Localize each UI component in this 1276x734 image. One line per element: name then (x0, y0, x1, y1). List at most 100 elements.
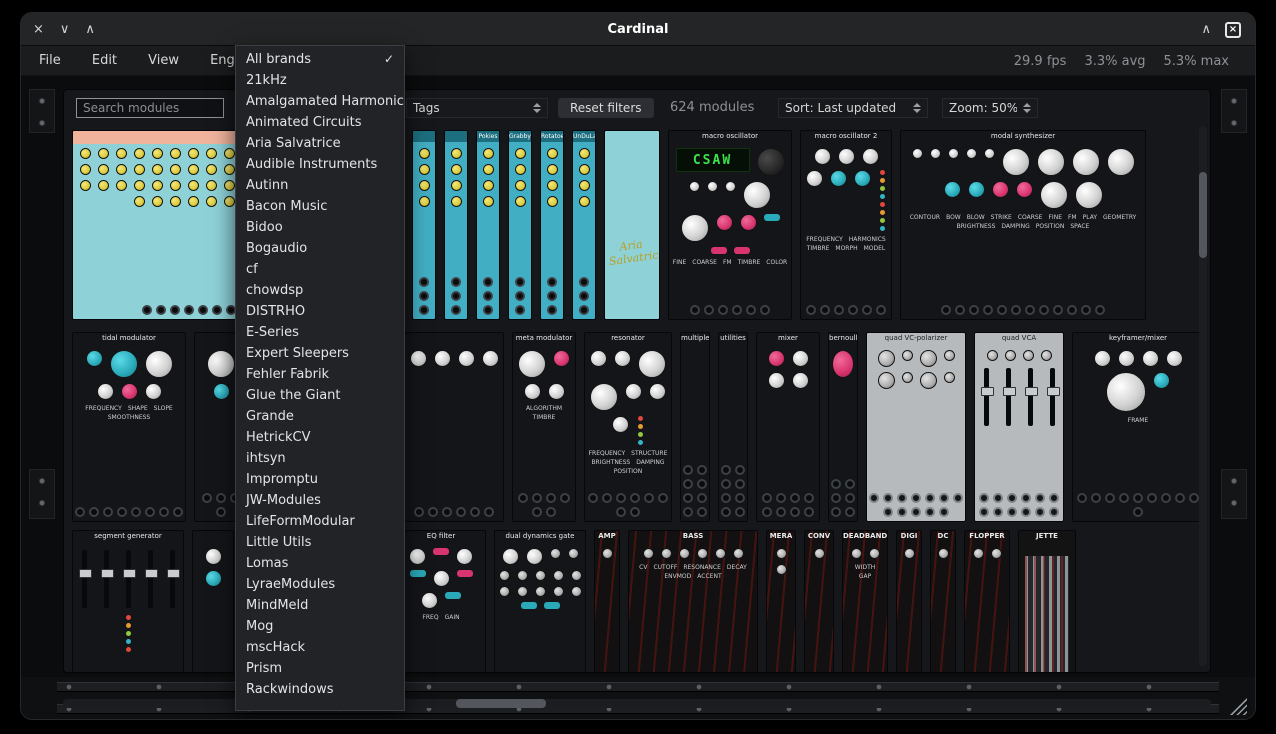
module-card[interactable]: UnDuLaR (572, 130, 596, 320)
module-card[interactable]: DIGI (896, 530, 922, 673)
led-icon (880, 226, 885, 231)
brand-menu-item[interactable]: Animated Circuits (236, 112, 404, 133)
port-icon (1077, 493, 1087, 503)
module-card[interactable] (404, 332, 504, 522)
module-card[interactable]: modal synthesizerCONTOURBOWBLOWSTRIKECOA… (900, 130, 1146, 320)
module-card[interactable] (412, 130, 436, 320)
brand-menu-item[interactable]: MindMeld (236, 595, 404, 616)
brand-menu-item[interactable]: Mog (236, 616, 404, 637)
port-row (573, 273, 595, 319)
module-card[interactable]: AMP (594, 530, 620, 673)
sort-select[interactable]: Sort: Last updated (778, 98, 928, 118)
knob-icon (518, 350, 546, 378)
brand-menu-item[interactable]: LyraeModules (236, 574, 404, 595)
module-card[interactable]: meta modulatorALGORITHMTIMBRE (512, 332, 576, 522)
brand-menu-item[interactable]: ihtsyn (236, 448, 404, 469)
brand-menu-item[interactable]: E-Series (236, 322, 404, 343)
knob-icon (681, 214, 709, 242)
brand-menu-item[interactable]: Impromptu (236, 469, 404, 490)
module-card[interactable]: macro oscillator 2FREQUENCYHARMONICSTIMB… (800, 130, 892, 320)
brand-menu-item[interactable]: Expert Sleepers (236, 343, 404, 364)
knob-icon (499, 586, 510, 597)
module-card[interactable]: keyframer/mixerFRAME (1072, 332, 1204, 522)
browser-vertical-scrollbar[interactable] (1199, 126, 1207, 666)
brand-menu-item[interactable]: Bidoo (236, 217, 404, 238)
module-card[interactable]: quad VCA (974, 332, 1064, 522)
port-icon (484, 507, 494, 517)
module-preview: FREQGAIN (397, 542, 485, 673)
module-name: utilities (719, 333, 747, 344)
zoom-select[interactable]: Zoom: 50% (942, 98, 1038, 118)
module-card[interactable] (444, 130, 468, 320)
tags-filter-select[interactable]: Tags (406, 98, 548, 118)
brand-menu-item[interactable]: Bogaudio (236, 238, 404, 259)
brand-menu-item[interactable]: LifeFormModular (236, 511, 404, 532)
menu-view[interactable]: View (148, 46, 179, 76)
brand-menu-item[interactable]: DISTRHO (236, 301, 404, 322)
module-card[interactable]: FLOPPER (964, 530, 1010, 673)
brand-menu-item[interactable]: Amalgamated Harmonics (236, 91, 404, 112)
module-card[interactable]: Grabby (508, 130, 532, 320)
module-card[interactable]: Pokies (476, 130, 500, 320)
module-card[interactable]: bernoulli gate (828, 332, 858, 522)
brand-menu-item[interactable]: Aria Salvatrice (236, 133, 404, 154)
knob-icon (86, 350, 103, 367)
module-card[interactable]: Rotatoes (540, 130, 564, 320)
close-plugin-icon[interactable]: × (1225, 22, 1241, 38)
reset-filters-button[interactable]: Reset filters (558, 98, 654, 118)
menu-file[interactable]: File (39, 46, 61, 76)
module-card[interactable]: macro oscillatorCSAWFINECOARSEFMTIMBRECO… (668, 130, 792, 320)
brand-menu-item[interactable]: Rackwindows (236, 679, 404, 700)
module-card[interactable]: utilities (718, 332, 748, 522)
brand-filter-dropdown: All brands ✓ 21kHzAmalgamated HarmonicsA… (235, 45, 405, 711)
led-icon (638, 416, 643, 421)
brand-menu-item-all-brands[interactable]: All brands ✓ (236, 49, 404, 70)
brand-menu-item[interactable]: Bacon Music (236, 196, 404, 217)
collapse-icon[interactable]: ∧ (1201, 23, 1211, 36)
brand-menu-item[interactable]: Little Utils (236, 532, 404, 553)
brand-menu-item-label: Expert Sleepers (246, 343, 349, 364)
module-card[interactable]: DC (930, 530, 956, 673)
panel-labels: ALGORITHMTIMBRE (516, 405, 572, 421)
search-input[interactable] (76, 98, 224, 118)
port-icon (911, 507, 921, 517)
module-card[interactable] (192, 530, 234, 673)
module-card[interactable]: JETTE (1018, 530, 1076, 673)
module-card[interactable]: segment generator (72, 530, 184, 673)
module-card[interactable]: MERA (766, 530, 796, 673)
scrollbar-thumb[interactable] (456, 699, 546, 708)
led-column-icon (636, 416, 645, 445)
module-card[interactable]: DEADBANDWIDTHGAP (842, 530, 888, 673)
brand-menu-item[interactable]: Grande (236, 406, 404, 427)
port-icon (456, 507, 466, 517)
knob-icon (734, 247, 750, 254)
module-card[interactable]: EQ filterFREQGAIN (396, 530, 486, 673)
module-card[interactable]: mixer (756, 332, 820, 522)
module-card[interactable]: CONV (804, 530, 834, 673)
menu-edit[interactable]: Edit (92, 46, 117, 76)
brand-menu-item[interactable]: mscHack (236, 637, 404, 658)
module-name (413, 131, 435, 142)
brand-menu-item[interactable]: Prism (236, 658, 404, 679)
module-card[interactable]: resonatorFREQUENCYSTRUCTUREBRIGHTNESSDAM… (584, 332, 672, 522)
module-card[interactable]: BASSCVCUTOFFRESONANCEDECAYENVMODACCENT (628, 530, 758, 673)
module-card[interactable]: Aria Salvatrice (604, 130, 660, 320)
module-card[interactable]: multiples (680, 332, 710, 522)
rack-rail (57, 682, 1219, 692)
brand-menu-item[interactable]: Fehler Fabrik (236, 364, 404, 385)
module-card[interactable]: tidal modulatorFREQUENCYSHAPESLOPESMOOTH… (72, 332, 186, 522)
brand-menu-item[interactable]: HetrickCV (236, 427, 404, 448)
module-card[interactable]: quad VC-polarizer (866, 332, 966, 522)
brand-menu-item[interactable]: Glue the Giant (236, 385, 404, 406)
brand-menu-item[interactable]: chowdsp (236, 280, 404, 301)
brand-menu-item[interactable]: 21kHz (236, 70, 404, 91)
scrollbar-thumb[interactable] (1199, 172, 1207, 258)
brand-menu-item[interactable]: Audible Instruments (236, 154, 404, 175)
brand-menu-item[interactable]: Lomas (236, 553, 404, 574)
port-icon (1067, 305, 1077, 315)
module-card[interactable]: dual dynamics gate (494, 530, 586, 673)
brand-menu-item[interactable]: cf (236, 259, 404, 280)
knob-icon (571, 570, 582, 581)
brand-menu-item[interactable]: Autinn (236, 175, 404, 196)
brand-menu-item[interactable]: JW-Modules (236, 490, 404, 511)
